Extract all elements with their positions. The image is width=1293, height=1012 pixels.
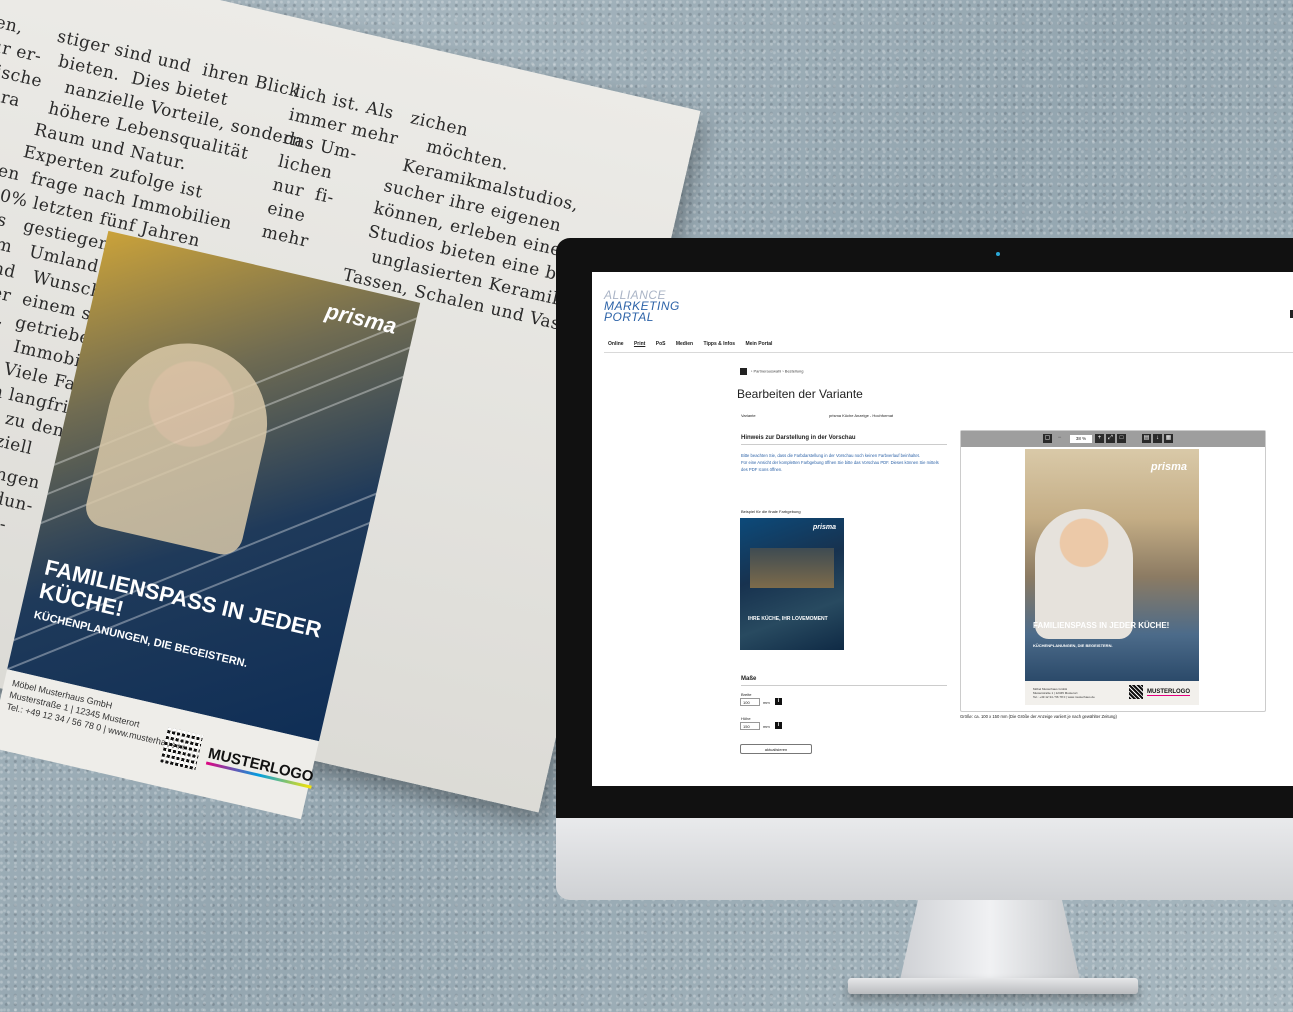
preview-brand: prisma <box>1150 461 1187 473</box>
thumb-headline: IHRE KÜCHE, IHR LOVEMOMENT <box>748 616 828 622</box>
home-icon[interactable] <box>740 368 747 375</box>
width-unit: mm <box>763 700 770 705</box>
qr-code-icon <box>160 727 204 771</box>
variant-row: Variante prisma Küche Anzeige - Hochform… <box>741 413 951 418</box>
variant-value: prisma Küche Anzeige - Hochformat <box>829 413 894 418</box>
breadcrumb: › Partnerauswahl › Bestellung <box>740 368 803 375</box>
measures-heading: Maße <box>741 676 947 686</box>
fullscreen-icon[interactable]: □ <box>1117 434 1126 443</box>
hint-heading: Hinweis zur Darstellung in der Vorschau <box>741 435 947 445</box>
nav-tipps[interactable]: Tipps & Infos <box>703 341 735 347</box>
nav-divider <box>604 352 1293 353</box>
preview-logo: MUSTERLOGO <box>1147 689 1190 696</box>
thumb-photo <box>750 548 834 588</box>
screen: ALLIANCE MARKETING PORTAL Online Print P… <box>592 272 1293 786</box>
example-label: Beispiel für die finale Farbgebung <box>741 509 801 514</box>
preview-contact: Möbel Musterhaus GmbH Musterstraße 1 | 1… <box>1033 687 1095 699</box>
height-info-icon[interactable]: i <box>775 722 782 729</box>
hint-text-2: Für eine Ansicht der kompletten Farbgebu… <box>741 460 939 472</box>
zoom-level[interactable]: 38 % <box>1070 435 1092 443</box>
nav-online[interactable]: Online <box>608 341 624 347</box>
nav-pos[interactable]: PoS <box>656 341 666 347</box>
width-label: Breite <box>741 692 752 697</box>
width-input[interactable]: 100 <box>740 698 760 706</box>
zoom-in-icon[interactable]: + <box>1095 434 1104 443</box>
qr-code-icon <box>1129 685 1143 699</box>
variant-label: Variante <box>741 413 756 418</box>
ad-brand: prisma <box>323 298 400 339</box>
zoom-out-icon[interactable]: − <box>1055 434 1064 443</box>
nav-print[interactable]: Print <box>634 341 645 347</box>
breadcrumb-path[interactable]: › Partnerauswahl › Bestellung <box>751 369 803 374</box>
hint-text: Bitte beachten Sie, dass die Farbdarstel… <box>741 452 941 473</box>
print-icon[interactable]: ▦ <box>1164 434 1173 443</box>
monitor-foot <box>848 978 1138 994</box>
hint-text-1: Bitte beachten Sie, dass die Farbdarstel… <box>741 453 921 458</box>
height-input[interactable]: 150 <box>740 722 760 730</box>
monitor-stand <box>900 900 1080 980</box>
logo-line-3: PORTAL <box>604 310 654 324</box>
example-thumbnail: prisma IHRE KÜCHE, IHR LOVEMOMENT <box>740 518 844 650</box>
preview-page: prisma FAMILIENSPASS IN JEDER KÜCHE! KÜC… <box>1025 449 1199 705</box>
viewer-toolbar: ▢ − 38 % + ⤢ □ ▤ ↓ ▦ <box>961 431 1265 447</box>
size-note: Größe: ca. 100 x 150 mm (Die Größe der A… <box>960 714 1117 719</box>
preview-subline: KÜCHENPLANUNGEN, DIE BEGEISTERN. <box>1033 643 1113 648</box>
pdf-icon[interactable]: ▤ <box>1142 434 1151 443</box>
ad-photo <box>82 327 284 559</box>
camera-icon <box>996 252 1000 256</box>
preview-person <box>1035 509 1133 639</box>
update-button[interactable]: aktualisieren <box>740 744 812 754</box>
thumb-brand: prisma <box>813 524 836 531</box>
monitor-chin <box>556 818 1293 900</box>
pdf-viewer: ▢ − 38 % + ⤢ □ ▤ ↓ ▦ prisma FAMILIENSPAS… <box>960 430 1266 712</box>
download-icon[interactable]: ↓ <box>1153 434 1162 443</box>
preview-headline: FAMILIENSPASS IN JEDER KÜCHE! <box>1033 621 1170 630</box>
imac: ALLIANCE MARKETING PORTAL Online Print P… <box>556 238 1293 900</box>
nav-mein-portal[interactable]: Mein Portal <box>745 341 772 347</box>
monitor-bezel: ALLIANCE MARKETING PORTAL Online Print P… <box>556 238 1293 818</box>
height-label: Höhe <box>741 716 751 721</box>
page-title: Bearbeiten der Variante <box>737 387 863 401</box>
nav-medien[interactable]: Medien <box>676 341 693 347</box>
width-info-icon[interactable]: i <box>775 698 782 705</box>
page-icon[interactable]: ▢ <box>1043 434 1052 443</box>
height-unit: mm <box>763 724 770 729</box>
portal-logo[interactable]: ALLIANCE MARKETING PORTAL <box>604 289 680 324</box>
fit-icon[interactable]: ⤢ <box>1106 434 1115 443</box>
ad-logo: MUSTERLOGO <box>205 744 316 789</box>
main-nav: Online Print PoS Medien Tipps & Infos Me… <box>608 341 781 347</box>
